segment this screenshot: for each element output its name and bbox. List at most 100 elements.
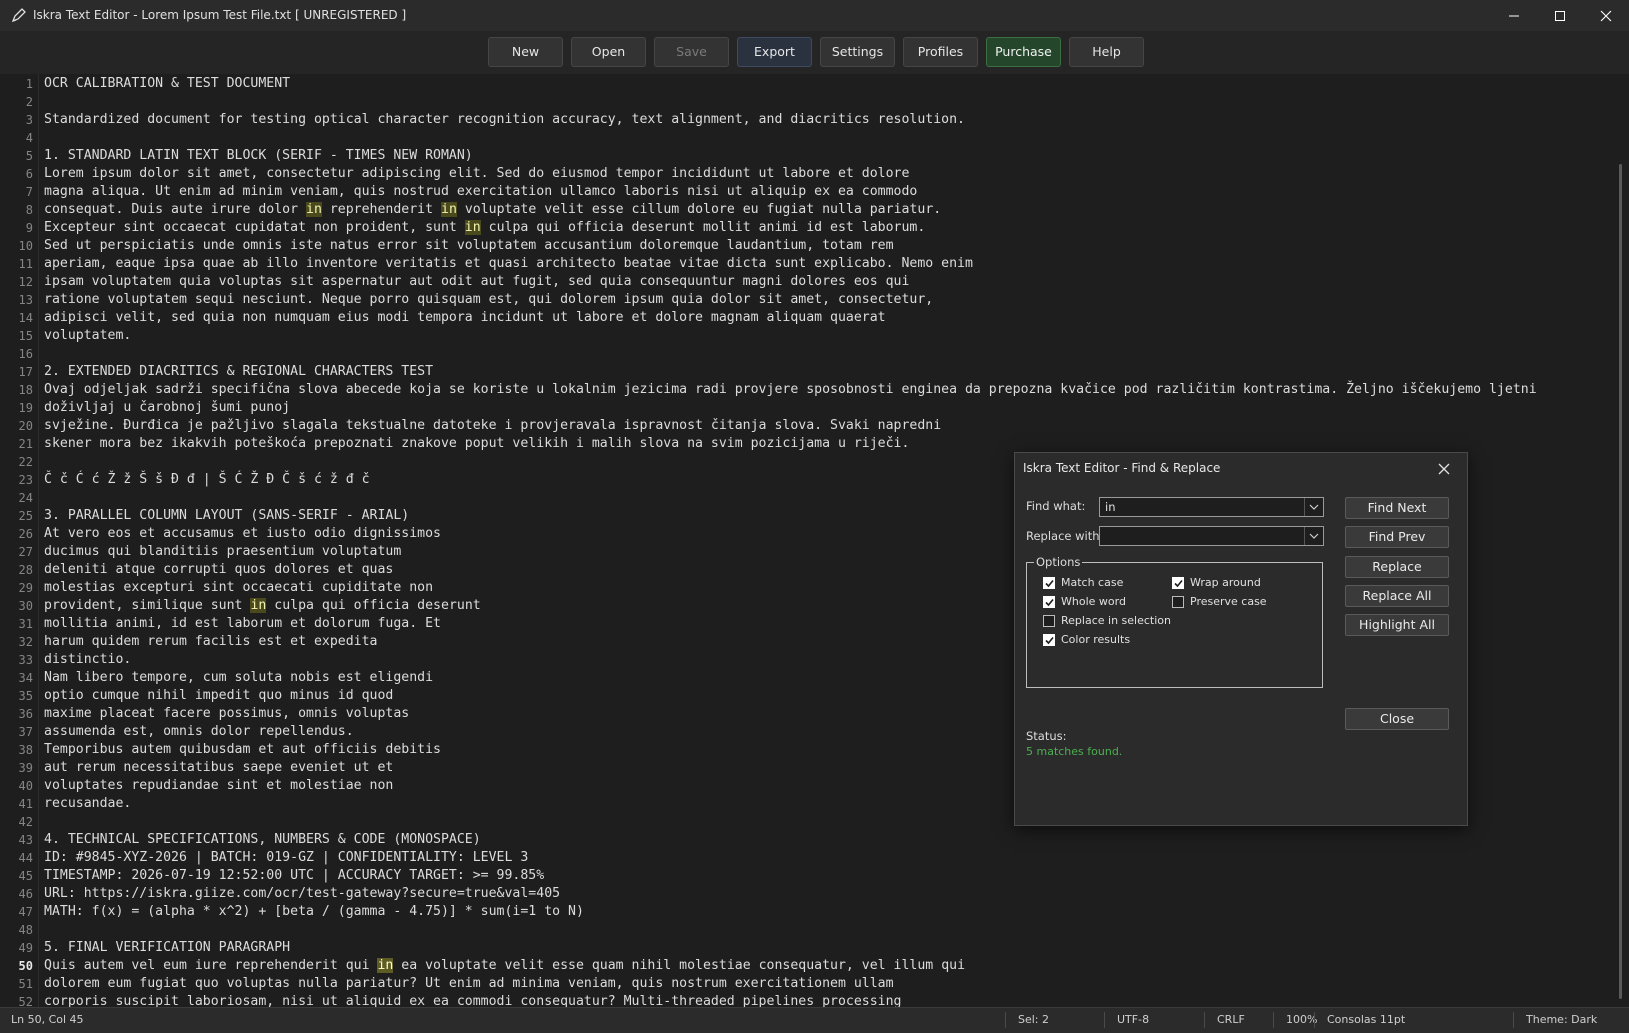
search-match-highlight: in [250, 598, 267, 613]
editor-line[interactable]: ipsam voluptatem quia voluptas sit asper… [44, 273, 909, 291]
editor-line[interactable]: voluptates repudiandae sint et molestiae… [44, 777, 393, 795]
editor-line[interactable]: recusandae. [44, 795, 131, 813]
close-button[interactable]: Close [1345, 708, 1449, 730]
line-ending-indicator[interactable]: CRLF [1217, 1008, 1245, 1032]
open-button[interactable]: Open [571, 37, 646, 67]
export-button[interactable]: Export [737, 37, 812, 67]
search-match-highlight: in [464, 220, 481, 235]
editor-line[interactable]: provident, similique sunt in culpa qui o… [44, 597, 481, 615]
editor-line[interactable]: doživljaj u čarobnoj šumi punoj [44, 399, 290, 417]
editor-line[interactable]: Standardized document for testing optica… [44, 111, 965, 129]
editor-line[interactable]: aperiam, eaque ipsa quae ab illo invento… [44, 255, 973, 273]
line-number: 4 [25, 131, 33, 145]
editor-line[interactable]: aut rerum necessitatibus saepe eveniet u… [44, 759, 393, 777]
replace-all-button[interactable]: Replace All [1345, 585, 1449, 607]
search-match-highlight: in [441, 202, 457, 217]
replace-with-combo[interactable] [1099, 526, 1324, 546]
line-number: 34 [18, 671, 33, 685]
editor-line[interactable]: optio cumque nihil impedit quo minus id … [44, 687, 393, 705]
match-case-checkbox[interactable] [1043, 577, 1055, 589]
editor-line[interactable]: 2. EXTENDED DIACRITICS & REGIONAL CHARAC… [44, 363, 433, 381]
line-number: 30 [18, 599, 33, 613]
editor-line[interactable]: deleniti atque corrupti quos dolores et … [44, 561, 393, 579]
editor-line[interactable]: MATH: f(x) = (alpha * x^2) + [beta / (ga… [44, 903, 584, 921]
profiles-button[interactable]: Profiles [903, 37, 978, 67]
editor-line[interactable]: skener mora bez ikakvih poteškoća prepoz… [44, 435, 909, 453]
line-number: 43 [18, 833, 33, 847]
editor-line[interactable]: TIMESTAMP: 2026-07-19 12:52:00 UTC | ACC… [44, 867, 544, 885]
editor-line[interactable]: voluptatem. [44, 327, 131, 345]
editor-line[interactable]: consequat. Duis aute irure dolor in repr… [44, 201, 941, 219]
editor-line[interactable]: svježine. Đurđica je pažljivo slagala te… [44, 417, 941, 435]
editor-line[interactable]: distinctio. [44, 651, 131, 669]
editor-line[interactable]: Excepteur sint occaecat cupidatat non pr… [44, 219, 925, 237]
zoom-indicator[interactable]: 100% [1286, 1008, 1317, 1032]
help-button[interactable]: Help [1069, 37, 1144, 67]
replace-button[interactable]: Replace [1345, 556, 1449, 578]
editor-line[interactable]: magna aliqua. Ut enim ad minim veniam, q… [44, 183, 917, 201]
editor-line[interactable]: Nam libero tempore, cum soluta nobis est… [44, 669, 433, 687]
line-number: 31 [18, 617, 33, 631]
save-button[interactable]: Save [654, 37, 729, 67]
editor-line[interactable]: maxime placeat facere possimus, omnis vo… [44, 705, 409, 723]
editor-line[interactable]: assumenda est, omnis dolor repellendus. [44, 723, 354, 741]
font-indicator[interactable]: Consolas 11pt [1327, 1008, 1405, 1032]
maximize-button[interactable] [1537, 0, 1583, 31]
purchase-button[interactable]: Purchase [986, 37, 1061, 67]
whole-word-checkbox[interactable] [1043, 596, 1055, 608]
line-number: 41 [18, 797, 33, 811]
editor-line[interactable]: Sed ut perspiciatis unde omnis iste natu… [44, 237, 894, 255]
line-number: 29 [18, 581, 33, 595]
editor-line[interactable]: 5. FINAL VERIFICATION PARAGRAPH [44, 939, 290, 957]
editor-line[interactable]: harum quidem rerum facilis est et expedi… [44, 633, 377, 651]
line-number: 32 [18, 635, 33, 649]
find-dropdown-toggle[interactable] [1304, 498, 1323, 516]
editor-line[interactable]: 3. PARALLEL COLUMN LAYOUT (SANS-SERIF - … [44, 507, 409, 525]
settings-button[interactable]: Settings [820, 37, 895, 67]
find-what-combo[interactable]: in [1099, 497, 1324, 517]
editor-line[interactable]: mollitia animi, id est laborum et doloru… [44, 615, 441, 633]
editor-line[interactable]: Temporibus autem quibusdam et aut offici… [44, 741, 441, 759]
editor-line[interactable]: OCR CALIBRATION & TEST DOCUMENT [44, 75, 290, 93]
line-number: 6 [25, 167, 33, 181]
status-message: 5 matches found. [1026, 745, 1123, 758]
wrap-around-checkbox[interactable] [1172, 577, 1184, 589]
line-number: 22 [18, 455, 33, 469]
line-number: 46 [18, 887, 33, 901]
color-results-checkbox[interactable] [1043, 634, 1055, 646]
line-number: 16 [18, 347, 33, 361]
editor-line[interactable]: 1. STANDARD LATIN TEXT BLOCK (SERIF - TI… [44, 147, 473, 165]
editor-line[interactable]: ID: #9845-XYZ-2026 | BATCH: 019-GZ | CON… [44, 849, 528, 867]
editor-line[interactable]: ratione voluptatem sequi nesciunt. Neque… [44, 291, 933, 309]
theme-indicator[interactable]: Theme: Dark [1526, 1008, 1597, 1032]
editor-line[interactable]: Č č Ć ć Ž ž Š š Đ đ | Š Ć Ž Đ Č š ć ž đ … [44, 471, 370, 489]
editor-line[interactable]: Ovaj odjeljak sadrži specifična slova ab… [44, 381, 1537, 399]
color-results-label: Color results [1061, 633, 1131, 646]
find-prev-button[interactable]: Find Prev [1345, 526, 1449, 548]
editor-line[interactable]: Lorem ipsum dolor sit amet, consectetur … [44, 165, 909, 183]
editor-line[interactable]: dolorem eum fugiat quo voluptas nulla pa… [44, 975, 894, 993]
editor-line[interactable]: ducimus qui blanditiis praesentium volup… [44, 543, 401, 561]
new-button[interactable]: New [488, 37, 563, 67]
editor-line[interactable]: Quis autem vel eum iure reprehenderit qu… [44, 957, 965, 975]
editor-line[interactable]: corporis suscipit laboriosam, nisi ut al… [44, 993, 901, 1007]
replace-in-selection-checkbox[interactable] [1043, 615, 1055, 627]
line-number: 24 [18, 491, 33, 505]
editor-line[interactable]: 4. TECHNICAL SPECIFICATIONS, NUMBERS & C… [44, 831, 481, 849]
vertical-scrollbar[interactable] [1619, 164, 1622, 999]
highlight-all-button[interactable]: Highlight All [1345, 614, 1449, 636]
find-next-button[interactable]: Find Next [1345, 497, 1449, 519]
whole-word-label: Whole word [1061, 595, 1126, 608]
line-number: 18 [18, 383, 33, 397]
minimize-button[interactable] [1491, 0, 1537, 31]
find-what-input[interactable]: in [1105, 498, 1115, 516]
editor-line[interactable]: At vero eos et accusamus et iusto odio d… [44, 525, 441, 543]
preserve-case-checkbox[interactable] [1172, 596, 1184, 608]
window-close-button[interactable] [1583, 0, 1629, 31]
editor-line[interactable]: molestias excepturi sint occaecati cupid… [44, 579, 433, 597]
encoding-indicator[interactable]: UTF-8 [1117, 1008, 1149, 1032]
editor-line[interactable]: URL: https://iskra.giize.com/ocr/test-ga… [44, 885, 560, 903]
dialog-close-button[interactable] [1437, 461, 1451, 475]
replace-dropdown-toggle[interactable] [1304, 527, 1323, 545]
editor-line[interactable]: adipisci velit, sed quia non numquam eiu… [44, 309, 886, 327]
